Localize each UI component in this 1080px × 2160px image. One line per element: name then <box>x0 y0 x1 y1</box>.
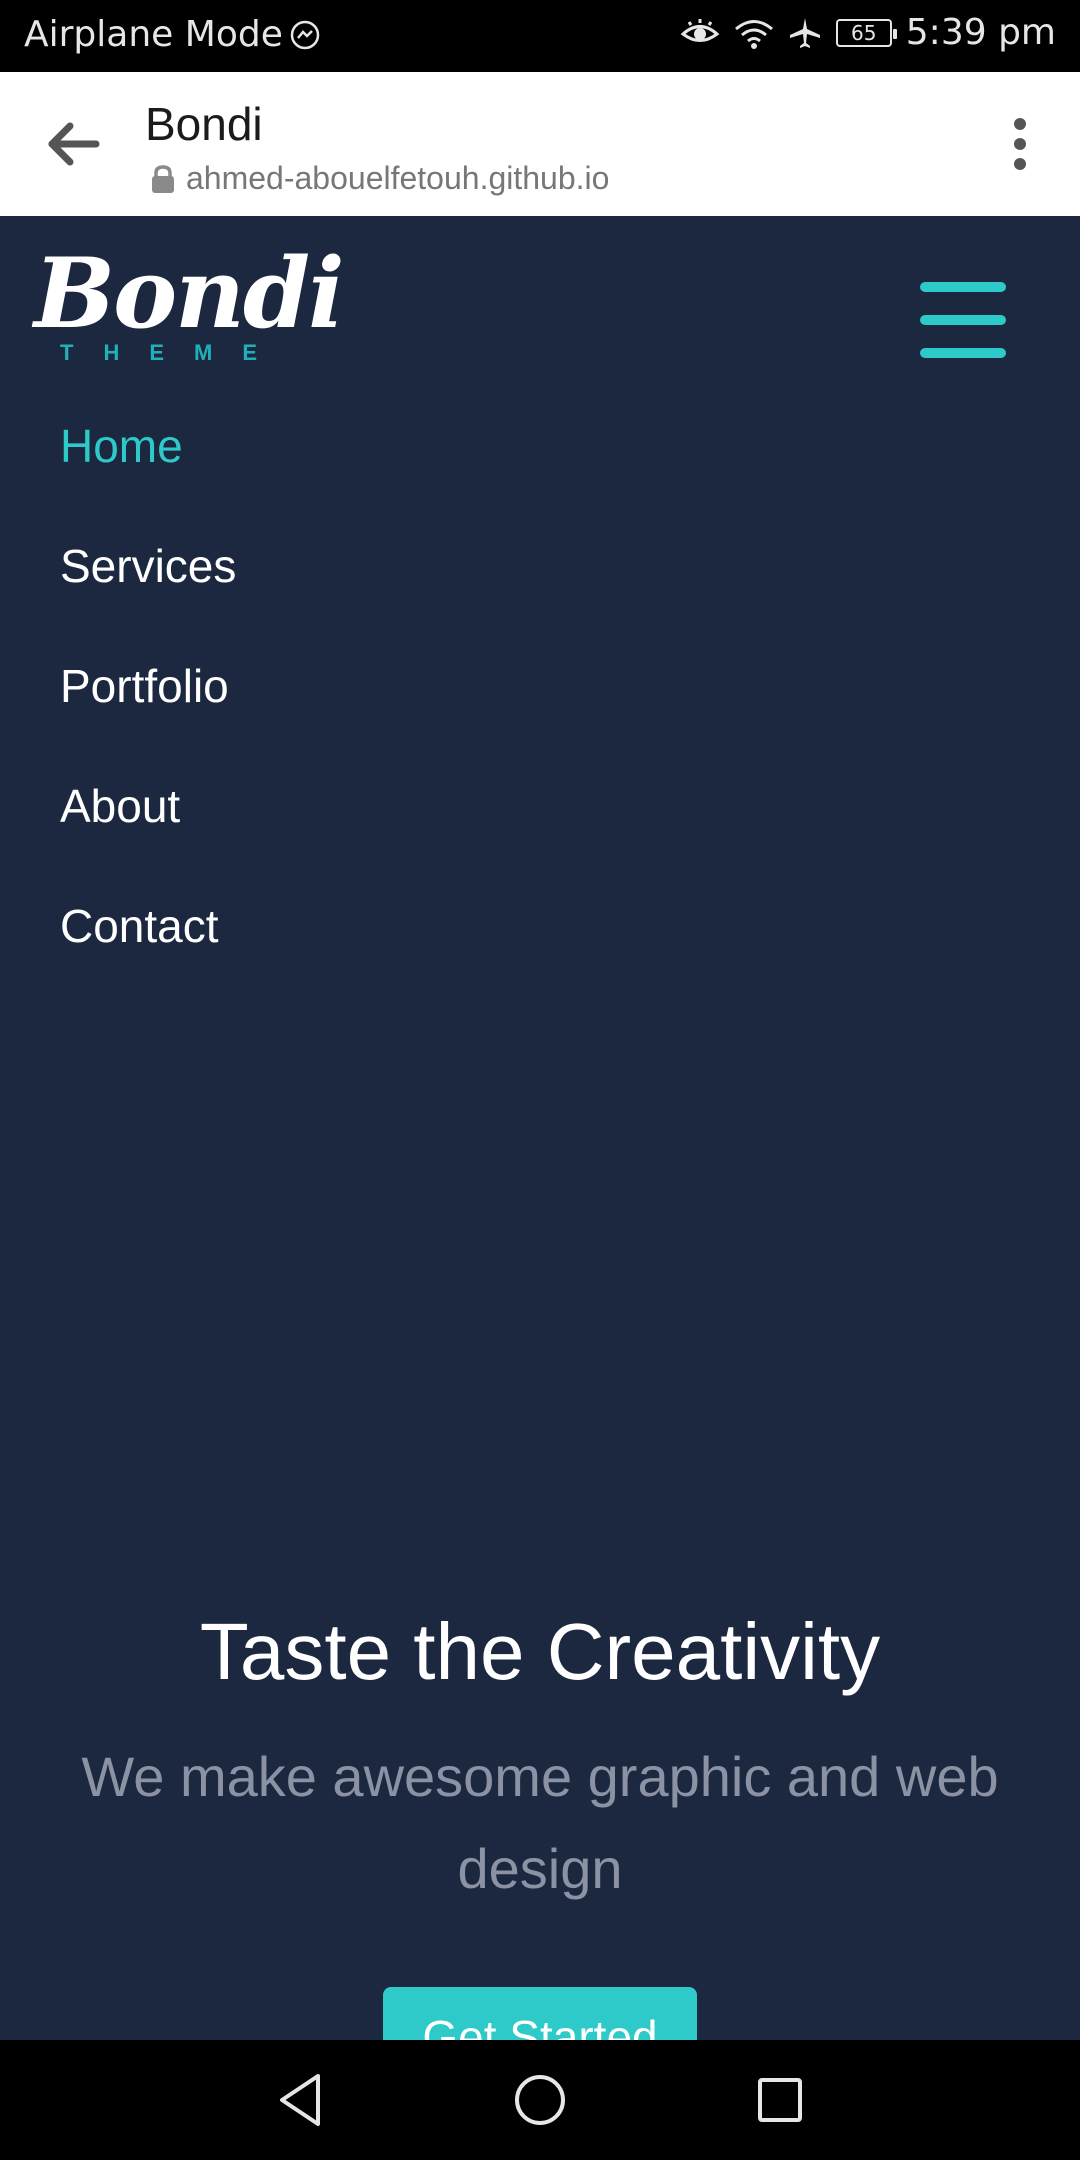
hamburger-menu-icon[interactable] <box>920 282 1006 358</box>
home-circle-icon[interactable] <box>508 2068 572 2132</box>
site-nav: Home Services Portfolio About Contact <box>60 406 236 1006</box>
nav-item-portfolio[interactable]: Portfolio <box>60 646 236 766</box>
airplane-icon <box>789 17 820 48</box>
browser-toolbar: Bondi ahmed-abouelfetouh.github.io <box>0 72 1080 216</box>
wifi-icon <box>734 19 773 49</box>
status-left: Airplane Mode <box>24 14 321 55</box>
url-bar[interactable]: ahmed-abouelfetouh.github.io <box>150 160 609 197</box>
system-nav-bar <box>0 2040 1080 2160</box>
nav-item-contact[interactable]: Contact <box>60 886 236 1006</box>
nav-item-home[interactable]: Home <box>60 406 236 526</box>
hero-subtitle: We make awesome graphic and web design <box>81 1745 999 1900</box>
get-started-button[interactable]: Get Started <box>383 1987 697 2040</box>
logo-subtitle: THEME <box>60 340 287 365</box>
status-time: 5:39 pm <box>905 12 1056 53</box>
recents-square-icon[interactable] <box>748 2068 812 2132</box>
more-options-icon[interactable] <box>1010 116 1030 172</box>
back-triangle-icon[interactable] <box>268 2068 332 2132</box>
nav-item-about[interactable]: About <box>60 766 236 886</box>
back-arrow-icon[interactable] <box>40 112 104 176</box>
status-bar: Airplane Mode 65 5:39 pm <box>0 0 1080 72</box>
status-right: 65 5:39 pm <box>680 12 1056 53</box>
battery-icon: 65 <box>835 18 897 47</box>
lock-icon <box>152 164 174 193</box>
url-text: ahmed-abouelfetouh.github.io <box>186 160 610 196</box>
page-title: Bondi <box>145 98 263 150</box>
airplane-mode-text: Airplane Mode <box>24 14 283 55</box>
battery-level: 65 <box>851 20 877 45</box>
nav-item-services[interactable]: Services <box>60 526 236 646</box>
messenger-icon <box>290 20 320 49</box>
logo-script: Bondi <box>34 237 345 350</box>
hero-title: Taste the Creativity <box>199 1607 881 1696</box>
eye-comfort-icon <box>680 18 720 42</box>
site-content: Bondi THEME Home Services Portfolio Abou… <box>0 216 1080 2040</box>
site-logo[interactable]: Bondi THEME <box>34 237 345 386</box>
